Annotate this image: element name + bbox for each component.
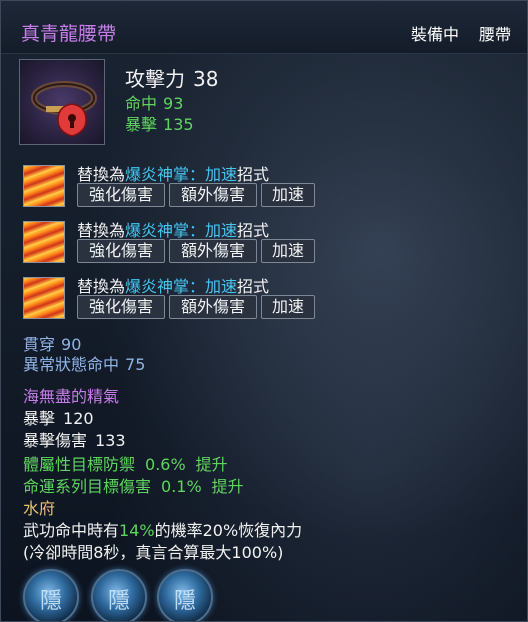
critical-stat: 暴擊 135 xyxy=(125,111,194,135)
effect-chance: 14% xyxy=(119,521,155,540)
slot-type: 腰帶 xyxy=(479,25,512,44)
item-tooltip: 真青龍腰帶 裝備中 腰帶 攻擊力 38 命中 93 暴擊 135 替換為爆炎神掌：加速… xyxy=(0,0,528,622)
gem-rune-icon: 隱 xyxy=(39,589,62,614)
skill-name-link[interactable]: 爆炎神掌：加速 xyxy=(125,165,237,184)
flame-skill-icon[interactable] xyxy=(23,277,65,319)
tag-speed[interactable]: 加速 xyxy=(261,295,315,319)
set-bonus-damage: 命運系列目標傷害 0.1% 提升 xyxy=(23,477,244,496)
skill-replace-line: 替換為爆炎神掌：加速招式 xyxy=(77,165,270,184)
tag-speed[interactable]: 加速 xyxy=(261,183,315,207)
set-bonus-defense: 體屬性目標防禦 0.6% 提升 xyxy=(23,455,228,474)
set-critical-damage-stat: 暴擊傷害 133 xyxy=(23,431,126,450)
gem-slot-1[interactable]: 隱 xyxy=(23,569,79,621)
tag-enhanced-damage[interactable]: 強化傷害 xyxy=(77,295,165,319)
skill-replace-line: 替換為爆炎神掌：加速招式 xyxy=(77,221,270,240)
tag-enhanced-damage[interactable]: 強化傷害 xyxy=(77,183,165,207)
red-lock-belt-icon xyxy=(31,81,97,137)
tag-extra-damage[interactable]: 額外傷害 xyxy=(169,295,257,319)
gem-rune-icon: 隱 xyxy=(107,589,130,614)
belt-item-icon xyxy=(19,59,105,145)
skill-replace-line: 替換為爆炎神掌：加速招式 xyxy=(77,277,270,296)
attack-label: 攻擊力 xyxy=(125,67,185,91)
stat-value: 135 xyxy=(163,115,194,134)
set-critical-stat: 暴擊 120 xyxy=(23,409,94,428)
attack-stat: 攻擊力 38 xyxy=(125,63,218,92)
tag-extra-damage[interactable]: 額外傷害 xyxy=(169,183,257,207)
skill-name-link[interactable]: 爆炎神掌：加速 xyxy=(125,221,237,240)
equip-status: 裝備中 xyxy=(411,25,460,44)
effect-cooldown: (冷卻時間8秒，真言合算最大100%) xyxy=(23,543,284,562)
effect-description: 武功命中時有14%的機率20%恢復內力 xyxy=(23,521,303,540)
attack-value: 38 xyxy=(193,67,219,91)
tag-speed[interactable]: 加速 xyxy=(261,239,315,263)
flame-skill-icon[interactable] xyxy=(23,165,65,207)
set-name: 海無盡的精氣 xyxy=(23,387,120,406)
flame-skill-icon[interactable] xyxy=(23,221,65,263)
gem-slot-2[interactable]: 隱 xyxy=(91,569,147,621)
tooltip-header: 真青龍腰帶 裝備中 腰帶 xyxy=(1,1,527,54)
tag-enhanced-damage[interactable]: 強化傷害 xyxy=(77,239,165,263)
gem-rune-icon: 隱 xyxy=(173,589,196,614)
effect-name: 水府 xyxy=(23,499,56,518)
skill-name-link[interactable]: 爆炎神掌：加速 xyxy=(125,277,237,296)
gem-slot-3[interactable]: 隱 xyxy=(157,569,213,621)
item-name: 真青龍腰帶 xyxy=(21,23,117,45)
stat-label: 暴擊 xyxy=(125,115,158,134)
tag-extra-damage[interactable]: 額外傷害 xyxy=(169,239,257,263)
status-accuracy-attribute: 異常狀態命中 75 xyxy=(23,355,146,374)
